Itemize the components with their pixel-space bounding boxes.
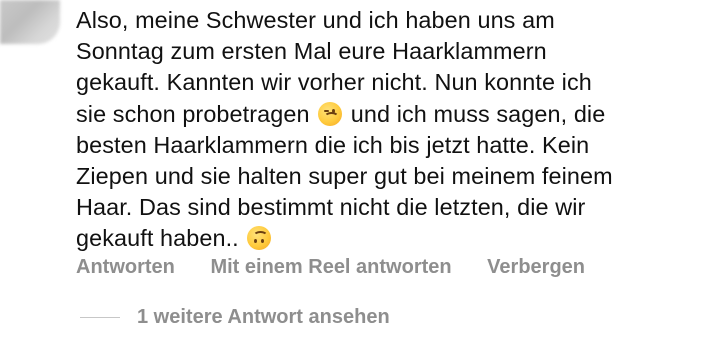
comment-line: sie schon probetragen und ich muss sagen… — [76, 99, 716, 130]
divider — [80, 316, 120, 318]
comment-line-text: gekauft haben.. — [76, 225, 239, 252]
view-more-replies[interactable]: 1 weitere Antwort ansehen — [80, 304, 390, 330]
view-more-replies-label[interactable]: 1 weitere Antwort ansehen — [137, 306, 390, 329]
reply-button[interactable]: Antworten — [76, 256, 175, 279]
comment-line: gekauft haben.. — [76, 223, 716, 254]
winking-face-emoji-icon — [318, 101, 343, 126]
hide-button[interactable]: Verbergen — [487, 256, 585, 279]
avatar[interactable] — [0, 0, 60, 44]
upside-down-face-emoji-icon — [247, 226, 272, 251]
comment-line-text: sie schon probetragen — [76, 100, 310, 127]
comment-text: Also, meine Schwester und ich haben uns … — [76, 5, 716, 255]
comment-line: besten Haarklammern die ich bis jetzt ha… — [76, 131, 590, 158]
comment-actions: Antworten Mit einem Reel antworten Verbe… — [76, 256, 585, 279]
comment-line: Haar. Das sind bestimmt nicht die letzte… — [76, 194, 586, 221]
comment-line: Also, meine Schwester und ich haben uns … — [76, 7, 555, 33]
comment-line: gekauft. Kannten wir vorher nicht. Nun k… — [76, 69, 592, 96]
reply-with-reel-button[interactable]: Mit einem Reel antworten — [210, 256, 451, 279]
comment-line: Ziepen und sie halten super gut bei mein… — [76, 163, 613, 190]
comment-line-text: und ich muss sagen, die — [350, 100, 606, 127]
comment-line: Sonntag zum ersten Mal eure Haarklammern — [76, 38, 547, 65]
